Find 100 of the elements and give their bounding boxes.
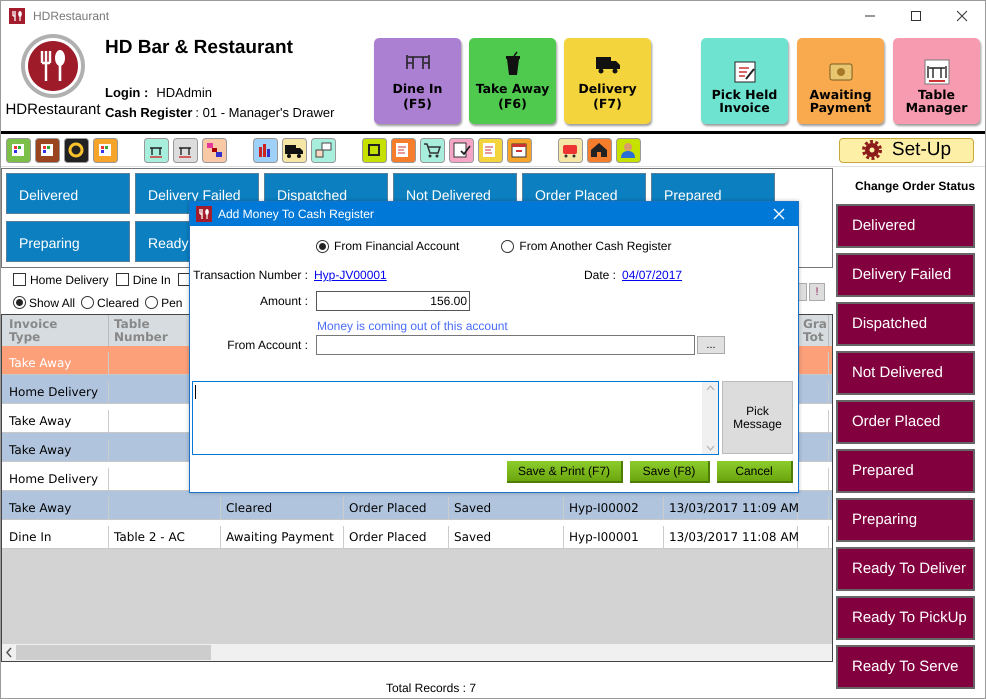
table-cell-text: Awaiting Payment (226, 529, 334, 546)
checklist-icon[interactable] (449, 138, 474, 162)
pick-message-button[interactable]: Pick Message (722, 381, 793, 454)
radio-button[interactable] (81, 296, 94, 309)
logo-icon (20, 33, 86, 99)
field-label: From Account : (226, 337, 308, 354)
order-status-button[interactable]: Dispatched (836, 302, 975, 346)
field-label: Transaction Number : (192, 267, 308, 284)
cash-register-label: Cash Register (105, 104, 192, 122)
user-icon[interactable] (616, 138, 641, 162)
business-name: HD Bar & Restaurant (105, 36, 294, 60)
squares-icon[interactable] (202, 138, 227, 162)
scrollbar-thumb[interactable] (16, 645, 211, 660)
table-icon[interactable] (144, 138, 169, 162)
radio-label: From Another Cash Register (519, 238, 672, 255)
radio-label: Cleared (97, 294, 140, 312)
app-icon (9, 8, 25, 24)
table-cell-text: Table 2 - AC (114, 529, 185, 546)
register-icon[interactable] (93, 138, 118, 162)
quick-action-button[interactable]: Awaiting Payment (797, 38, 884, 124)
table-cell-text: Take Away (9, 355, 72, 372)
radio-label: Show All (29, 294, 76, 312)
table-row[interactable]: Dine In Table 2 - AC Awaiting Payment Order Placed Saved Hyp-I00001 13/03/2017 11:08 AM (2, 520, 832, 549)
gear-icon (862, 140, 882, 160)
table-cell-text: Dine In (9, 529, 52, 546)
table-cell-text: Home Delivery (9, 384, 98, 401)
table-icon[interactable] (173, 138, 198, 162)
dialog-button[interactable]: Save (F8) (630, 461, 710, 483)
order-status-button[interactable]: Ready To PickUp (836, 596, 975, 640)
table-cell-text: Saved (454, 500, 492, 517)
setup-button[interactable]: Set-Up (839, 138, 974, 162)
table-icon (924, 58, 950, 84)
status-filter-tile[interactable]: Preparing (6, 221, 130, 262)
order-type-button[interactable]: Take Away (F6) (469, 38, 556, 124)
radio-label: From Financial Account (334, 238, 460, 255)
field-label: Amount : (258, 292, 308, 310)
checkbox[interactable] (13, 273, 26, 286)
table-cell-text: Take Away (9, 413, 72, 430)
cash-register-value: : 01 - Manager's Drawer (195, 104, 334, 122)
register-icon[interactable] (35, 138, 60, 162)
table-cell-text: Cleared (226, 500, 272, 517)
window-icon[interactable] (311, 138, 336, 162)
status-filter-tile[interactable]: Delivered (6, 173, 130, 214)
transaction-link[interactable]: Hyp-JV00001 (314, 266, 584, 284)
table-row[interactable]: Take Away Cleared Order Placed Saved Hyp-I00002 13/03/2017 11:09 AM (2, 491, 832, 520)
amount-field[interactable]: 156.00 (316, 290, 470, 310)
checkbox[interactable] (178, 273, 191, 286)
field-label: Date : (584, 267, 616, 284)
dialog-button[interactable]: Save & Print (F7) (507, 461, 623, 483)
radio-button[interactable] (501, 240, 514, 252)
checkbox-label: Home Delivery (30, 272, 109, 288)
radio-button[interactable] (316, 240, 329, 252)
radio-button[interactable] (145, 296, 158, 309)
date-link[interactable]: 04/07/2017 (622, 266, 682, 284)
radio-button[interactable] (13, 296, 26, 309)
app-icon (196, 206, 212, 222)
login-label: Login : (105, 84, 148, 102)
bar-chart-icon[interactable] (253, 138, 278, 162)
table-cell-text: 13/03/2017 11:08 AM (669, 529, 799, 546)
order-status-button[interactable]: Prepared (836, 449, 975, 493)
document-icon[interactable] (478, 138, 503, 162)
account-hint: Money is coming out of this account (316, 319, 509, 333)
sidebar-title: Change Order Status (854, 178, 976, 195)
calendar-icon[interactable] (507, 138, 532, 162)
order-status-button[interactable]: Preparing (836, 498, 975, 542)
table-cell-text: 13/03/2017 11:09 AM (669, 500, 799, 517)
account-field[interactable] (316, 335, 695, 355)
order-status-button[interactable]: Ready To Serve (836, 645, 975, 689)
quick-action-button[interactable]: Pick Held Invoice (701, 38, 788, 124)
truck-icon[interactable] (282, 138, 307, 162)
order-status-button[interactable]: Not Delivered (836, 351, 975, 395)
order-status-button[interactable]: Ready To Deliver (836, 547, 975, 591)
order-type-button[interactable]: Dine In (F5) (374, 38, 461, 124)
login-value: HDAdmin (156, 84, 212, 102)
register-icon[interactable] (6, 138, 31, 162)
alert-button[interactable]: ! (809, 283, 825, 301)
logo-text: HDRestaurant (5, 100, 101, 120)
table-cell-text: Home Delivery (9, 471, 98, 488)
order-status-button[interactable]: Order Placed (836, 400, 975, 444)
table-cell-text: Take Away (9, 442, 72, 459)
quick-action-button[interactable]: Table Manager (893, 38, 980, 124)
table-cell-text: Order Placed (349, 500, 426, 517)
order-type-button[interactable]: Delivery (F7) (564, 38, 651, 124)
table-cell-text: Order Placed (349, 529, 426, 546)
browse-button[interactable]: ... (697, 336, 725, 354)
table-cell-text: Hyp-I00002 (569, 500, 639, 517)
checkbox-label: Dine In (132, 272, 171, 288)
total-records: Total Records : 7 (386, 680, 476, 697)
table-cell-text: Hyp-I00001 (569, 529, 639, 546)
order-status-button[interactable]: Delivered (836, 204, 975, 248)
document-icon[interactable] (391, 138, 416, 162)
square-icon[interactable] (362, 138, 387, 162)
radio-label: Pen (161, 294, 182, 312)
house-icon[interactable] (587, 138, 612, 162)
dialog-button[interactable]: Cancel (717, 461, 793, 483)
checkbox[interactable] (116, 273, 129, 286)
window-title: HDRestaurant (33, 8, 110, 25)
cart-icon[interactable] (420, 138, 445, 162)
notepad-icon (732, 58, 758, 84)
order-status-button[interactable]: Delivery Failed (836, 253, 975, 297)
